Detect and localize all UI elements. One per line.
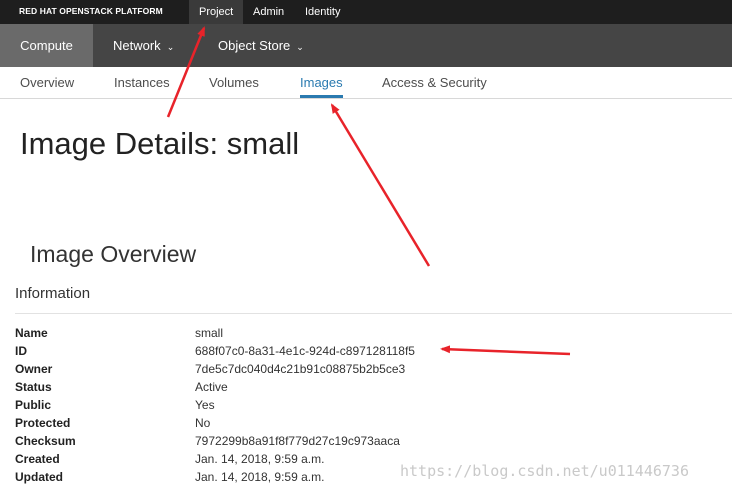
detail-key: Name	[15, 326, 48, 340]
subtab-instances[interactable]: Instances	[114, 67, 170, 98]
brand-logo[interactable]: RED HAT OPENSTACK PLATFORM	[19, 6, 163, 16]
watermark: https://blog.csdn.net/u011446736	[400, 462, 689, 480]
panel-compute[interactable]: Compute	[0, 24, 93, 67]
subtab-access-security[interactable]: Access & Security	[382, 67, 487, 98]
subtab-images[interactable]: Images	[300, 67, 343, 98]
page-title: Image Details: small	[20, 126, 300, 161]
detail-value: 7972299b8a91f8f779d27c19c973aaca	[195, 434, 400, 448]
detail-key: Status	[15, 380, 52, 394]
panel-object-store[interactable]: Object Store ⌄	[218, 24, 304, 67]
panel-bar: Compute Network ⌄ Object Store ⌄	[0, 24, 732, 67]
arrow-to-images	[330, 103, 431, 267]
detail-value: No	[195, 416, 211, 430]
detail-value: Active	[195, 380, 228, 394]
detail-value: Jan. 14, 2018, 9:59 a.m.	[195, 452, 325, 466]
detail-value: Yes	[195, 398, 215, 412]
panel-compute-label: Compute	[20, 38, 73, 53]
panel-network[interactable]: Network ⌄	[113, 24, 174, 67]
tab-project[interactable]: Project	[189, 0, 244, 24]
chevron-down-icon: ⌄	[296, 42, 304, 52]
detail-row-name: Name small	[15, 324, 715, 342]
chevron-down-icon: ⌄	[166, 42, 175, 52]
detail-row-protected: Protected No	[15, 414, 715, 432]
info-title: Information	[15, 285, 91, 302]
detail-row-checksum: Checksum 7972299b8a91f8f779d27c19c973aac…	[15, 432, 715, 450]
divider	[15, 313, 732, 314]
tab-identity[interactable]: Identity	[295, 0, 350, 24]
detail-row-owner: Owner 7de5c7dc040d4c21b91c08875b2b5ce3	[15, 360, 715, 378]
detail-key: Owner	[15, 362, 53, 376]
detail-value: Jan. 14, 2018, 9:59 a.m.	[195, 470, 325, 484]
detail-value: 688f07c0-8a31-4e1c-924d-c897128118f5	[195, 344, 415, 358]
detail-row-id: ID 688f07c0-8a31-4e1c-924d-c897128118f5	[15, 342, 715, 360]
section-title: Image Overview	[30, 241, 197, 267]
top-bar: RED HAT OPENSTACK PLATFORM Project Admin…	[0, 0, 732, 24]
detail-key: Protected	[15, 416, 71, 430]
detail-value: small	[195, 326, 224, 340]
detail-key: Checksum	[15, 434, 76, 448]
detail-row-status: Status Active	[15, 378, 715, 396]
detail-key: Updated	[15, 470, 63, 484]
tab-admin[interactable]: Admin	[243, 0, 294, 24]
detail-row-public: Public Yes	[15, 396, 715, 414]
detail-value: 7de5c7dc040d4c21b91c08875b2b5ce3	[195, 362, 406, 376]
detail-key: ID	[15, 344, 27, 358]
subtab-overview[interactable]: Overview	[20, 67, 74, 98]
subtab-volumes[interactable]: Volumes	[209, 67, 259, 98]
detail-key: Public	[15, 398, 52, 412]
panel-object-store-label: Object Store	[218, 38, 291, 53]
sub-navigation: Overview Instances Volumes Images Access…	[0, 67, 732, 99]
panel-network-label: Network	[113, 38, 161, 53]
detail-key: Created	[15, 452, 60, 466]
